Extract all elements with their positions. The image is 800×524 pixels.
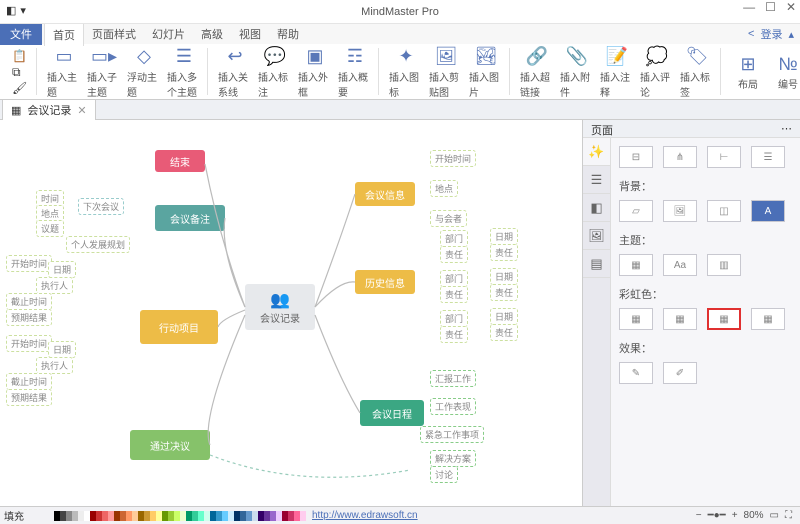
bg-thumb[interactable]: A [751,200,785,222]
theme-thumb[interactable]: ▥ [707,254,741,276]
rainbow-thumb[interactable]: ▦ [619,308,653,330]
zoom-out-icon[interactable]: − [696,510,702,521]
theme-thumb[interactable]: ▦ [619,254,653,276]
fill-label: 填充 [4,508,24,523]
effect-thumb[interactable]: ✐ [663,362,697,384]
sidetab-clipart[interactable]: 🖼 [583,222,610,250]
insert-comment-button[interactable]: 💭插入评论 [640,45,674,99]
rainbow-thumb[interactable]: ▦ [663,308,697,330]
layout-thumb[interactable]: ⊢ [707,146,741,168]
collapse-ribbon-icon[interactable]: ▴ [788,28,794,41]
zoom-value: 80% [744,510,764,521]
tab-slides[interactable]: 幻灯片 [144,23,193,45]
tab-pagestyle[interactable]: 页面样式 [84,23,144,45]
ribbon: 📋 ⧉ 🖌 ▭插入主题 ▭▸插入子主题 ◇浮动主题 ☰插入多个主题 ↩插入关系线… [0,44,800,100]
doc-icon: ▦ [11,104,21,117]
panel-title: 页面 [591,122,613,135]
insert-callout-button[interactable]: 💬插入标注 [258,45,292,99]
app-icon: ◧ [6,4,16,17]
effect-thumb[interactable]: ✎ [619,362,653,384]
login-link[interactable]: 登录 [760,26,782,42]
doc-tab[interactable]: ▦ 会议记录 ✕ [2,99,96,120]
canvas[interactable]: 👥会议记录 结束 会议备注 行动项目 通过决议 会议信息 历史信息 会议日程 时… [0,120,582,506]
share-icon[interactable]: < [748,28,754,40]
insert-multi-button[interactable]: ☰插入多个主题 [167,45,201,99]
fullscreen-icon[interactable]: ⛶ [785,510,792,521]
sidetab-icons[interactable]: ◧ [583,194,610,222]
insert-clipart-button[interactable]: 🖼插入剪贴图 [429,45,463,99]
fit-icon[interactable]: ▭ [770,510,779,521]
close-tab-icon[interactable]: ✕ [77,104,86,117]
insert-icon-button[interactable]: ✦插入图标 [389,45,423,99]
document-tabs: ▦ 会议记录 ✕ [0,100,800,120]
maximize-icon[interactable]: ☐ [765,0,776,14]
zoom-slider[interactable]: ━●━ [708,510,726,521]
file-menu[interactable]: 文件 [0,23,42,45]
theme-label: 主题： [619,232,792,248]
insert-note-button[interactable]: 📝插入注释 [600,45,634,99]
floating-topic-button[interactable]: ◇浮动主题 [127,45,161,99]
rainbow-thumb-selected[interactable]: ▦ [707,308,741,330]
layout-button[interactable]: ⊞布局 [731,52,765,91]
insert-image-button[interactable]: 🏞插入图片 [469,45,503,99]
status-bar: 填充 http://www.edrawsoft.cn − ━●━ + 80% ▭… [0,506,800,524]
sidetab-style[interactable]: ✨ [583,138,610,166]
connectors [0,120,580,500]
tab-advanced[interactable]: 高级 [193,23,231,45]
panel-menu-icon[interactable]: ⋯ [781,122,792,135]
insert-tag-button[interactable]: 🏷插入标签 [680,45,714,99]
layout-thumb[interactable]: ☰ [751,146,785,168]
sidetab-outline[interactable]: ☰ [583,166,610,194]
bg-thumb[interactable]: 🖼 [663,200,697,222]
insert-boundary-button[interactable]: ▣插入外框 [298,45,332,99]
insert-hyperlink-button[interactable]: 🔗插入超链接 [520,45,554,99]
bg-thumb[interactable]: ◫ [707,200,741,222]
rainbow-thumb[interactable]: ▦ [751,308,785,330]
insert-attachment-button[interactable]: 📎插入附件 [560,45,594,99]
qat-icon[interactable]: ▾ [20,4,26,17]
rainbow-label: 彩虹色： [619,286,792,302]
insert-summary-button[interactable]: ☶插入概要 [338,45,372,99]
copy-icon[interactable]: ⧉ [12,65,30,79]
url-link[interactable]: http://www.edrawsoft.cn [312,510,418,521]
layout-thumb[interactable]: ⋔ [663,146,697,168]
doc-name: 会议记录 [27,102,71,118]
minimize-icon[interactable]: — [743,0,755,14]
insert-relation-button[interactable]: ↩插入关系线 [218,45,252,99]
bg-thumb[interactable]: ▱ [619,200,653,222]
bg-label: 背景： [619,178,792,194]
close-icon[interactable]: ✕ [786,0,796,14]
tab-home[interactable]: 首页 [44,23,84,46]
tab-view[interactable]: 视图 [231,23,269,45]
side-panel: 页面 ⋯ ✨ ☰ ◧ 🖼 ▤ ⊟ ⋔ ⊢ ☰ 背景： ▱ 🖼 [582,120,800,506]
sidetab-task[interactable]: ▤ [583,250,610,278]
format-painter-icon[interactable]: 🖌 [12,81,30,95]
insert-subtopic-button[interactable]: ▭▸插入子主题 [87,45,121,99]
tab-help[interactable]: 帮助 [269,23,307,45]
color-palette[interactable] [54,511,306,521]
numbering-button[interactable]: №编号 [771,52,800,91]
insert-topic-button[interactable]: ▭插入主题 [47,45,81,99]
ribbon-tabs: 文件 首页 页面样式 幻灯片 高级 视图 帮助 < 登录 ▴ [0,24,800,44]
theme-thumb[interactable]: Aa [663,254,697,276]
layout-thumb[interactable]: ⊟ [619,146,653,168]
effect-label: 效果： [619,340,792,356]
app-title: MindMaster Pro [361,6,439,18]
paste-icon[interactable]: 📋 [12,49,30,63]
zoom-in-icon[interactable]: + [732,510,738,521]
